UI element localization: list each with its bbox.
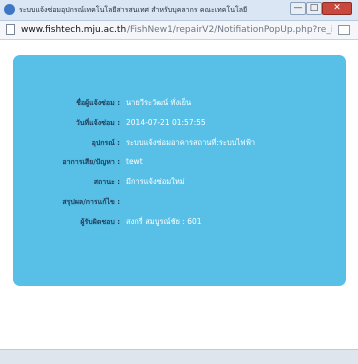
- status-bar: [0, 349, 358, 364]
- compatibility-view-icon[interactable]: [338, 25, 350, 35]
- responsible-value: สงกรี่ สมบูรณ์ชัย : 601: [126, 217, 202, 226]
- status-label: สถานะ :: [93, 178, 120, 186]
- minimize-button[interactable]: —: [290, 2, 306, 15]
- maximize-icon: □: [309, 3, 319, 13]
- address-bar[interactable]: www.fishtech.mju.ac.th /FishNew1/repairV…: [0, 21, 358, 40]
- problem-label: อาการเสีย/ปัญหา :: [62, 158, 120, 166]
- minimize-icon: —: [293, 3, 303, 13]
- device-label: อุปกรณ์ :: [91, 139, 120, 147]
- page-icon: [6, 24, 15, 35]
- report-date-label: วันที่แจ้งซ่อม :: [75, 119, 120, 127]
- title-bar[interactable]: ระบบแจ้งซ่อมอุปกรณ์เทคโนโลยีสารสนเทศ สำห…: [0, 0, 358, 21]
- problem-value: tewt: [126, 157, 143, 166]
- maximize-button[interactable]: □: [306, 2, 322, 15]
- reporter-label: ชื่อผู้แจ้งซ่อม :: [76, 99, 120, 107]
- close-button[interactable]: ✕: [322, 2, 352, 15]
- status-value: มีการแจ้งซ่อมใหม่: [126, 177, 185, 186]
- reporter-value: นายวีระวัฒน์ ทั่งเย็น: [126, 98, 192, 107]
- popup-window: ระบบแจ้งซ่อมอุปกรณ์เทคโนโลยีสารสนเทศ สำห…: [0, 0, 358, 364]
- report-date-value: 2014-07-21 01:57:55: [126, 118, 206, 127]
- url-path: /FishNew1/repairV2/NotifiationPopUp.php?…: [127, 25, 332, 35]
- close-icon: ✕: [333, 3, 341, 13]
- responsible-label: ผู้รับผิดชอบ :: [80, 218, 120, 226]
- window-title: ระบบแจ้งซ่อมอุปกรณ์เทคโนโลยีสารสนเทศ สำห…: [19, 6, 248, 14]
- browser-globe-icon: [4, 4, 15, 15]
- repair-detail-card: [13, 55, 346, 286]
- resolution-label: สรุปผล/การแก้ไข :: [62, 198, 120, 206]
- card-title: แสดงรายละเอียดการแจ้งซ่อม: [21, 41, 124, 50]
- url-host: www.fishtech.mju.ac.th: [21, 25, 127, 35]
- device-value: ระบบแจ้งซ่อมอาคารสถานที่:ระบบไฟฟ้า: [126, 138, 256, 147]
